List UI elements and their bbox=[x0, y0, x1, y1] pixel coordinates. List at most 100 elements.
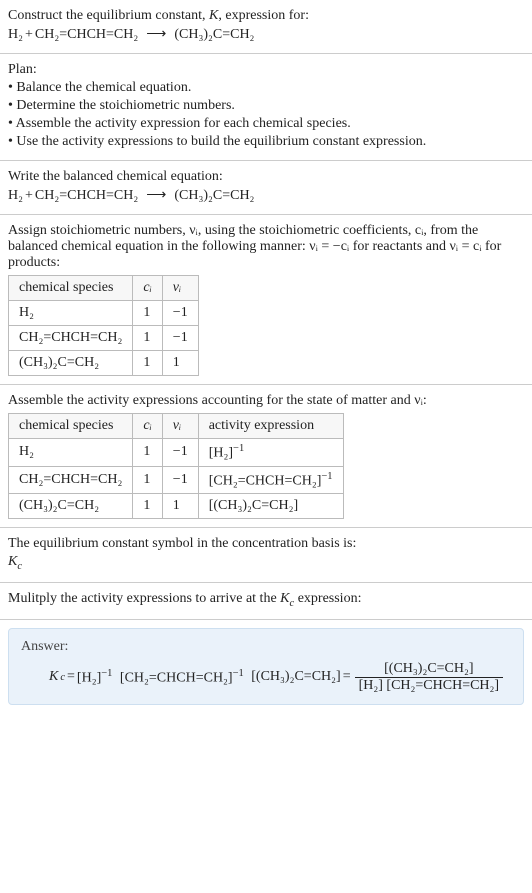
ans-frac-num: [(CH₃)₂C=CH₂] bbox=[355, 661, 504, 678]
ans-t1-exp: −1 bbox=[101, 668, 112, 679]
multiply-prefix: Mulitply the activity expressions to arr… bbox=[8, 591, 280, 606]
col-ci: cᵢ bbox=[133, 276, 162, 301]
table-row: H₂ 1 −1 bbox=[9, 301, 199, 326]
arrow-icon: ⟶ bbox=[140, 187, 172, 204]
col-vi: νᵢ bbox=[162, 276, 198, 301]
vi-label: νᵢ bbox=[173, 280, 181, 295]
cell-species: CH₂=CHCH=CH₂ bbox=[9, 326, 133, 351]
table-header-row: chemical species cᵢ νᵢ activity expressi… bbox=[9, 414, 344, 439]
ans-term1: [H₂]−1 bbox=[77, 668, 113, 687]
stoich-table: chemical species cᵢ νᵢ H₂ 1 −1 CH₂=CHCH=… bbox=[8, 275, 199, 376]
cell-vi: −1 bbox=[162, 439, 198, 467]
cell-vi: −1 bbox=[162, 466, 198, 494]
col-species: chemical species bbox=[9, 414, 133, 439]
header-equation: H₂ + CH₂=CHCH=CH₂ ⟶ (CH₃)₂C=CH₂ bbox=[8, 26, 524, 43]
cell-species: CH₂=CHCH=CH₂ bbox=[9, 466, 133, 494]
k-symbol: K bbox=[209, 8, 218, 23]
cell-ci: 1 bbox=[133, 466, 162, 494]
col-vi: νᵢ bbox=[162, 414, 198, 439]
ans-t2-exp: −1 bbox=[233, 668, 244, 679]
kc-inline: K bbox=[280, 591, 289, 606]
answer-equation: Kc = [H₂]−1 [CH₂=CHCH=CH₂]−1 [(CH₃)₂C=CH… bbox=[21, 661, 511, 694]
eq-lhs1: H₂ bbox=[8, 27, 23, 43]
cell-activity: [H₂]−1 bbox=[198, 439, 343, 467]
cell-species: H₂ bbox=[9, 301, 133, 326]
activity-intro: Assemble the activity expressions accoun… bbox=[8, 393, 524, 409]
col-activity: activity expression bbox=[198, 414, 343, 439]
cell-species: H₂ bbox=[9, 439, 133, 467]
act-exp: −1 bbox=[233, 443, 244, 454]
kc-symbol-section: The equilibrium constant symbol in the c… bbox=[0, 528, 532, 583]
eq-plus: + bbox=[25, 27, 33, 43]
ans-t2-base: [CH₂=CHCH=CH₂] bbox=[120, 671, 233, 686]
cell-ci: 1 bbox=[133, 301, 162, 326]
cell-activity: [CH₂=CHCH=CH₂]−1 bbox=[198, 466, 343, 494]
act-exp: −1 bbox=[321, 471, 332, 482]
ans-fraction: [(CH₃)₂C=CH₂] [H₂] [CH₂=CHCH=CH₂] bbox=[355, 661, 504, 694]
table-row: (CH₃)₂C=CH₂ 1 1 bbox=[9, 351, 199, 376]
plan-bullet-1: • Balance the chemical equation. bbox=[8, 80, 524, 96]
bal-lhs2: CH₂=CHCH=CH₂ bbox=[35, 188, 138, 204]
kc-symbol: Kc bbox=[8, 554, 524, 572]
col-species: chemical species bbox=[9, 276, 133, 301]
multiply-section: Mulitply the activity expressions to arr… bbox=[0, 583, 532, 620]
ci-label: cᵢ bbox=[143, 418, 151, 433]
ans-term2: [CH₂=CHCH=CH₂]−1 bbox=[120, 668, 244, 687]
kc-k: K bbox=[8, 554, 17, 569]
ans-t1-base: [H₂] bbox=[77, 671, 101, 686]
col-ci: cᵢ bbox=[133, 414, 162, 439]
bal-rhs: (CH₃)₂C=CH₂ bbox=[174, 188, 254, 204]
ans-eq2: = bbox=[343, 669, 351, 685]
arrow-icon: ⟶ bbox=[140, 26, 172, 43]
bal-lhs1: H₂ bbox=[8, 188, 23, 204]
table-header-row: chemical species cᵢ νᵢ bbox=[9, 276, 199, 301]
cell-ci: 1 bbox=[133, 326, 162, 351]
stoich-intro: Assign stoichiometric numbers, νᵢ, using… bbox=[8, 223, 524, 271]
table-row: (CH₃)₂C=CH₂ 1 1 [(CH₃)₂C=CH₂] bbox=[9, 494, 344, 519]
cell-species: (CH₃)₂C=CH₂ bbox=[9, 351, 133, 376]
activity-section: Assemble the activity expressions accoun… bbox=[0, 385, 532, 528]
answer-label: Answer: bbox=[21, 639, 511, 655]
ans-frac-den: [H₂] [CH₂=CHCH=CH₂] bbox=[355, 678, 504, 694]
prompt-prefix: Construct the equilibrium constant, bbox=[8, 8, 209, 23]
header-section: Construct the equilibrium constant, K, e… bbox=[0, 0, 532, 54]
activity-table: chemical species cᵢ νᵢ activity expressi… bbox=[8, 413, 344, 519]
vi-label: νᵢ bbox=[173, 418, 181, 433]
act-base: [H₂] bbox=[209, 446, 233, 461]
eq-lhs2: CH₂=CHCH=CH₂ bbox=[35, 27, 138, 43]
bal-plus: + bbox=[25, 188, 33, 204]
balanced-title: Write the balanced chemical equation: bbox=[8, 169, 524, 185]
cell-vi: −1 bbox=[162, 326, 198, 351]
plan-title: Plan: bbox=[8, 62, 524, 78]
ci-label: cᵢ bbox=[143, 280, 151, 295]
kc-sub: c bbox=[17, 561, 22, 572]
act-base: [CH₂=CHCH=CH₂] bbox=[209, 473, 322, 488]
plan-bullet-3: • Assemble the activity expression for e… bbox=[8, 116, 524, 132]
cell-species: (CH₃)₂C=CH₂ bbox=[9, 494, 133, 519]
cell-ci: 1 bbox=[133, 351, 162, 376]
answer-box: Answer: Kc = [H₂]−1 [CH₂=CHCH=CH₂]−1 [(C… bbox=[8, 628, 524, 705]
cell-activity: [(CH₃)₂C=CH₂] bbox=[198, 494, 343, 519]
cell-vi: −1 bbox=[162, 301, 198, 326]
prompt-text: Construct the equilibrium constant, K, e… bbox=[8, 8, 524, 24]
ans-kc: K bbox=[49, 669, 58, 685]
ans-term3: [(CH₃)₂C=CH₂] bbox=[251, 669, 340, 685]
plan-bullet-4: • Use the activity expressions to build … bbox=[8, 134, 524, 150]
balanced-equation: H₂ + CH₂=CHCH=CH₂ ⟶ (CH₃)₂C=CH₂ bbox=[8, 187, 524, 204]
multiply-text: Mulitply the activity expressions to arr… bbox=[8, 591, 524, 609]
stoich-section: Assign stoichiometric numbers, νᵢ, using… bbox=[0, 215, 532, 385]
cell-vi: 1 bbox=[162, 351, 198, 376]
cell-vi: 1 bbox=[162, 494, 198, 519]
cell-ci: 1 bbox=[133, 494, 162, 519]
eq-rhs: (CH₃)₂C=CH₂ bbox=[174, 27, 254, 43]
table-row: CH₂=CHCH=CH₂ 1 −1 bbox=[9, 326, 199, 351]
kc-intro: The equilibrium constant symbol in the c… bbox=[8, 536, 524, 552]
ans-eq1: = bbox=[67, 669, 75, 685]
table-row: CH₂=CHCH=CH₂ 1 −1 [CH₂=CHCH=CH₂]−1 bbox=[9, 466, 344, 494]
plan-bullet-2: • Determine the stoichiometric numbers. bbox=[8, 98, 524, 114]
table-row: H₂ 1 −1 [H₂]−1 bbox=[9, 439, 344, 467]
balanced-section: Write the balanced chemical equation: H₂… bbox=[0, 161, 532, 215]
cell-ci: 1 bbox=[133, 439, 162, 467]
multiply-suffix: expression: bbox=[294, 591, 361, 606]
ans-kc-sub: c bbox=[60, 672, 65, 683]
